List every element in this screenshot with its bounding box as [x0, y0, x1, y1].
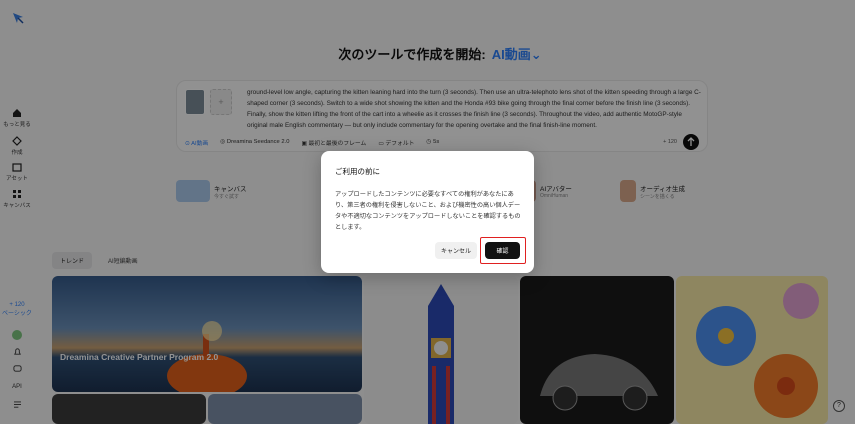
- confirm-highlight: 確認: [480, 237, 526, 264]
- dialog-body: アップロードしたコンテンツに必要なすべての権利があなたにあり、第三者の権利を侵害…: [335, 191, 521, 231]
- cancel-button[interactable]: キャンセル: [435, 242, 477, 259]
- confirm-button[interactable]: 確認: [485, 242, 520, 259]
- terms-dialog: ご利用の前に アップロードしたコンテンツに必要なすべての権利があなたにあり、第三…: [321, 151, 534, 273]
- dialog-title: ご利用の前に: [335, 167, 380, 176]
